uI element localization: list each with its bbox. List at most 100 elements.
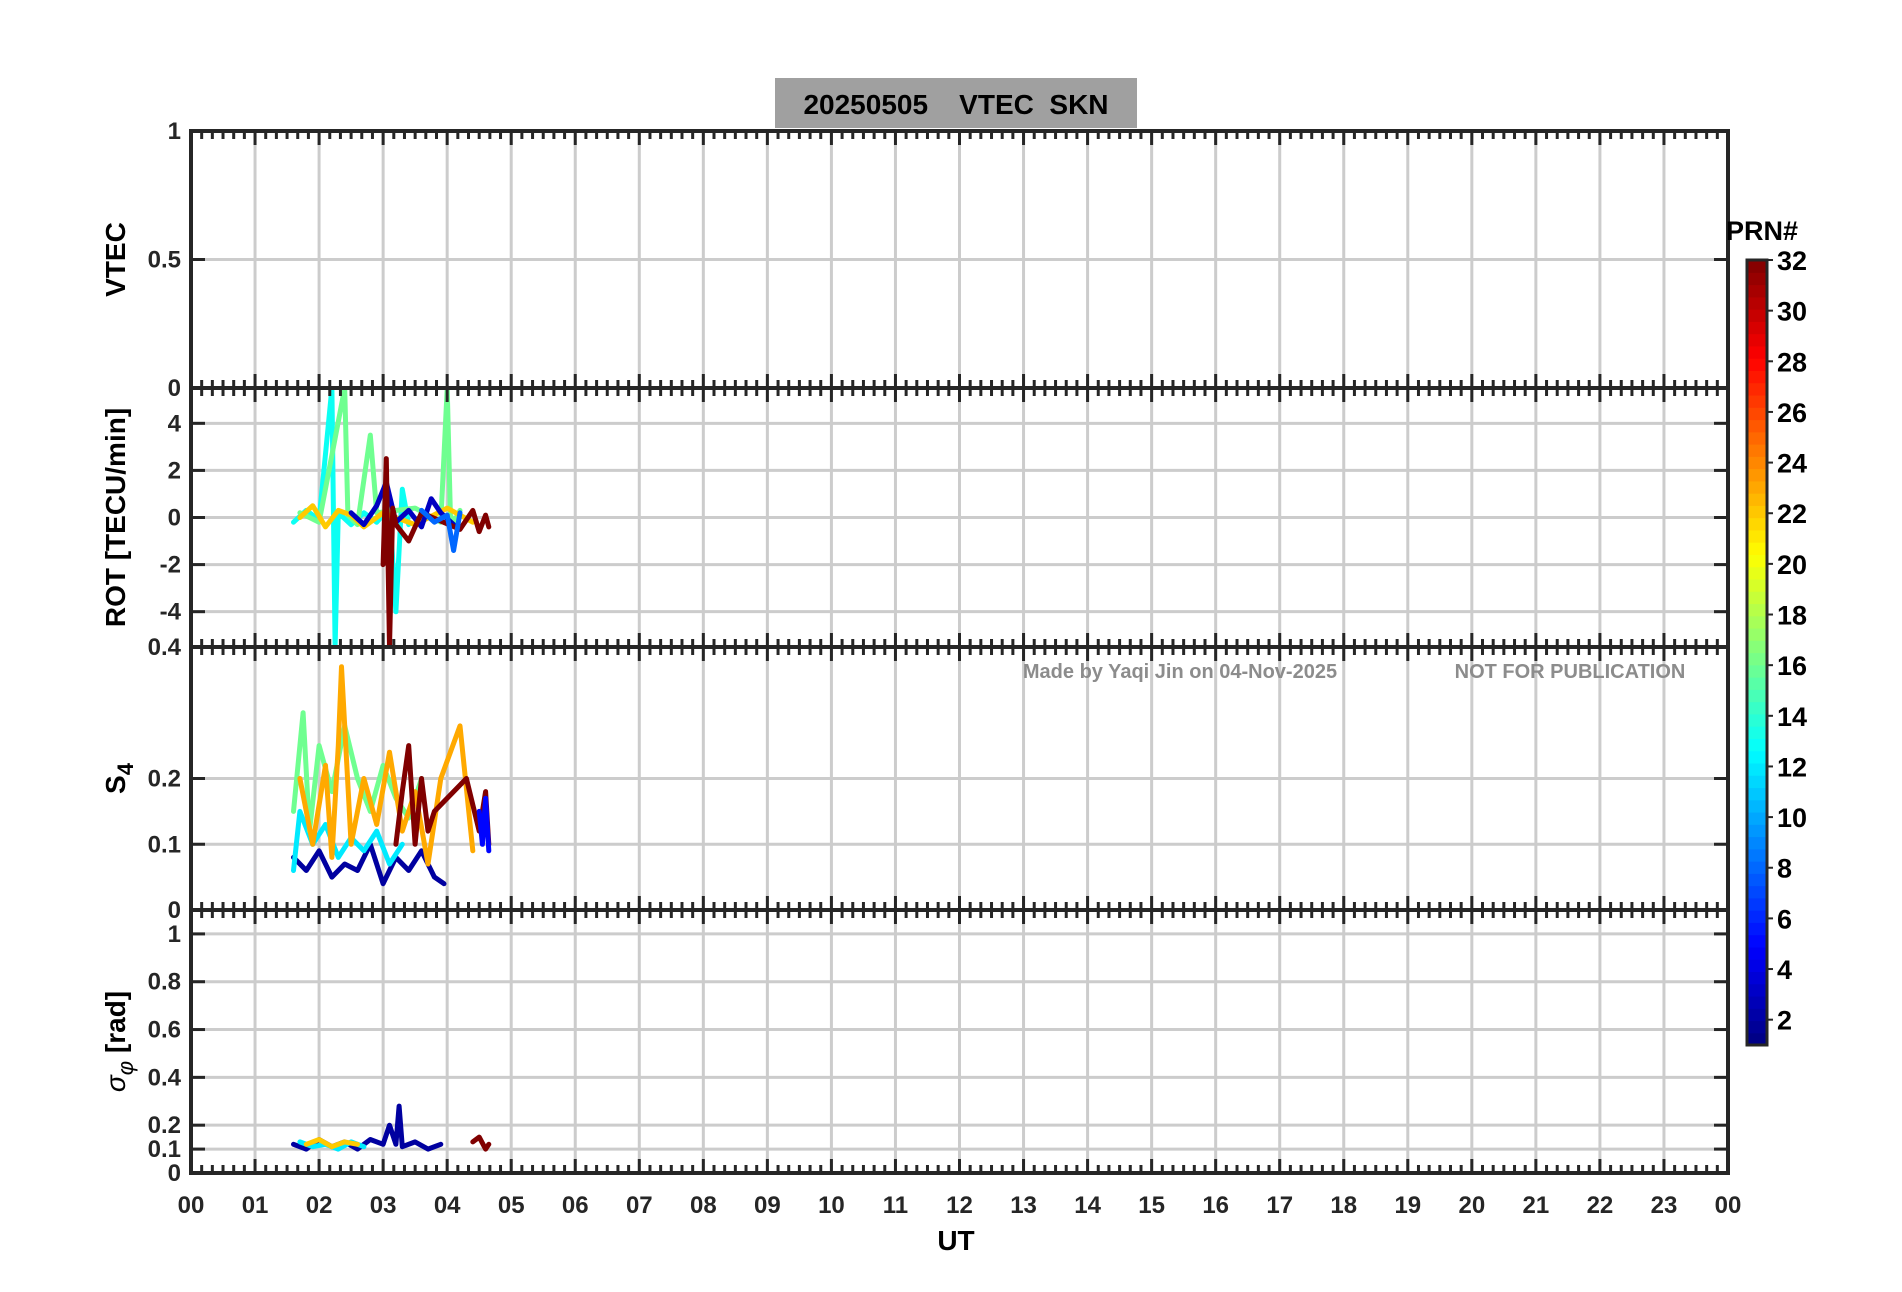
colorbar-segment <box>1747 333 1767 347</box>
chart-title: 20250505 VTEC SKN <box>803 89 1108 120</box>
colorbar-segment <box>1747 603 1767 617</box>
y-axis-label-unit: [rad] <box>100 991 131 1061</box>
colorbar-tick-label: 26 <box>1777 398 1807 428</box>
colorbar-segment <box>1747 591 1767 605</box>
colorbar-segment <box>1747 689 1767 703</box>
colorbar-segment <box>1747 873 1767 887</box>
series-prn-2 <box>291 841 447 887</box>
x-tick-label: 16 <box>1202 1192 1229 1219</box>
y-tick-label: -2 <box>160 552 181 579</box>
colorbar-segment <box>1747 480 1767 494</box>
panel-rot: -4 -2 0 2 4 ROT [TECU/min] <box>100 386 1730 649</box>
x-tick-label: 11 <box>883 1192 908 1219</box>
colorbar-segment <box>1747 431 1767 445</box>
colorbar-tick-label: 24 <box>1777 449 1807 479</box>
y-tick-label: 0 <box>168 505 181 532</box>
colorbar-segment <box>1747 345 1767 359</box>
x-tick-label: 05 <box>498 1192 525 1219</box>
colorbar-segment <box>1747 296 1767 310</box>
y-axis-label-subscript: φ <box>113 1061 138 1075</box>
x-tick-label: 18 <box>1330 1192 1357 1219</box>
ionospheric-figure: 00.51VTEC-4-2024ROT [TECU/min]00.10.20.4… <box>100 78 1807 1256</box>
x-tick-label: 09 <box>754 1192 781 1219</box>
colorbar-segment <box>1747 419 1767 433</box>
colorbar-tick-label: 16 <box>1777 651 1807 681</box>
x-tick-label: 22 <box>1587 1192 1614 1219</box>
colorbar-segment <box>1747 529 1767 543</box>
colorbar-tick-label: 30 <box>1777 297 1807 327</box>
colorbar-segment <box>1747 922 1767 936</box>
colorbar-segment <box>1747 615 1767 629</box>
colorbar-segment <box>1747 443 1767 457</box>
colorbar-segment <box>1747 493 1767 506</box>
colorbar-segment <box>1747 959 1767 973</box>
colorbar-segment <box>1747 578 1767 592</box>
colorbar-segment <box>1747 382 1767 396</box>
colorbar-tick-label: 28 <box>1777 347 1807 377</box>
colorbar-segment <box>1747 995 1767 1009</box>
colorbar-segment <box>1747 726 1767 739</box>
colorbar-tick-label: 18 <box>1777 601 1807 631</box>
colorbar-tick-label: 22 <box>1777 499 1807 529</box>
colorbar-segment <box>1747 652 1767 666</box>
colorbar-segment <box>1747 861 1767 874</box>
x-tick-label: 04 <box>434 1192 461 1219</box>
colorbar-tick-label: 32 <box>1777 246 1807 276</box>
x-tick-label: 20 <box>1458 1192 1485 1219</box>
y-tick-label: 0.8 <box>148 969 181 996</box>
colorbar-segment <box>1747 394 1767 408</box>
colorbar-segment <box>1747 946 1767 960</box>
y-axis-label: VTEC <box>100 222 131 297</box>
watermark-notice: NOT FOR PUBLICATION <box>1455 661 1686 683</box>
colorbar-segment <box>1747 762 1767 776</box>
y-tick-label: 0.4 <box>148 1064 182 1091</box>
x-tick-label: 17 <box>1266 1192 1293 1219</box>
colorbar-tick-label: 8 <box>1777 854 1792 884</box>
x-tick-label: 06 <box>562 1192 589 1219</box>
x-tick-label: 02 <box>306 1192 333 1219</box>
x-tick-label: 12 <box>946 1192 973 1219</box>
x-tick-label: 14 <box>1074 1192 1101 1219</box>
x-tick-label: 00 <box>1715 1192 1742 1219</box>
colorbar-segment <box>1747 775 1767 789</box>
y-tick-label: -4 <box>160 599 182 626</box>
colorbar-segment <box>1747 517 1767 531</box>
x-axis-label: UT <box>937 1225 974 1256</box>
y-tick-label: 0.4 <box>148 634 182 661</box>
x-tick-label: 07 <box>626 1192 653 1219</box>
y-tick-label: 1 <box>168 921 181 948</box>
colorbar-segment <box>1747 836 1767 850</box>
series-prn-32 <box>393 743 492 847</box>
colorbar-segment <box>1747 566 1767 580</box>
y-tick-label: 0.6 <box>148 1017 181 1044</box>
colorbar-segment <box>1747 787 1767 801</box>
colorbar-segment <box>1747 897 1767 911</box>
y-tick-label: 0 <box>168 375 181 402</box>
colorbar-segment <box>1747 407 1767 421</box>
colorbar-tick-label: 2 <box>1777 1006 1792 1036</box>
colorbar-segment <box>1747 934 1767 948</box>
colorbar-segment <box>1747 627 1767 641</box>
colorbar-segment <box>1747 664 1767 678</box>
colorbar-segment <box>1747 1020 1767 1034</box>
colorbar-segment <box>1747 799 1767 813</box>
x-tick-label: 10 <box>818 1192 845 1219</box>
colorbar-segment <box>1747 701 1767 715</box>
x-tick-label: 13 <box>1010 1192 1037 1219</box>
colorbar-segment <box>1747 910 1767 923</box>
colorbar-segment <box>1747 505 1767 519</box>
y-axis-label: S4 <box>100 762 138 794</box>
y-tick-label: 2 <box>168 457 181 484</box>
x-tick-label: 19 <box>1394 1192 1421 1219</box>
panel-series-group <box>291 664 492 887</box>
colorbar-segment <box>1747 750 1767 764</box>
colorbar-tick-label: 4 <box>1777 955 1792 985</box>
y-tick-label: 0.2 <box>148 766 181 793</box>
colorbar-tick-label: 12 <box>1777 752 1807 782</box>
colorbar-segment <box>1747 848 1767 862</box>
x-tick-label: 23 <box>1651 1192 1678 1219</box>
colorbar-segment <box>1747 885 1767 899</box>
colorbar-segment <box>1747 971 1767 985</box>
panel-series-group <box>291 1103 492 1152</box>
y-tick-label: 0.5 <box>148 247 181 274</box>
